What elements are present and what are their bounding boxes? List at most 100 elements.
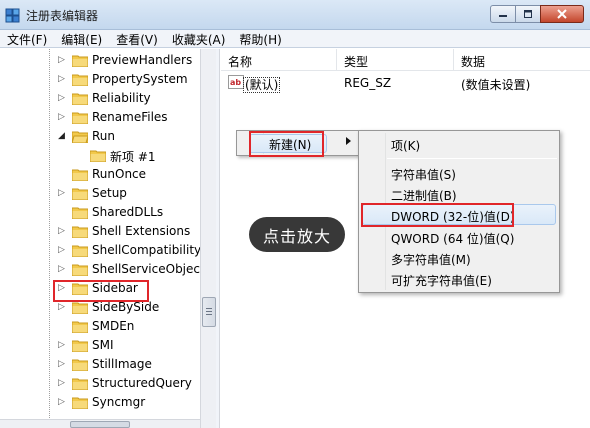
expand-arrow-icon[interactable]: ▷ (58, 396, 68, 408)
tree-item-propertysystem[interactable]: ▷ PropertySystem (0, 70, 200, 89)
tree-item-shareddlls[interactable]: SharedDLLs (0, 203, 200, 222)
folder-icon (72, 226, 88, 238)
expand-arrow-icon[interactable]: ▷ (58, 244, 68, 256)
tree-item-reliability[interactable]: ▷ Reliability (0, 89, 200, 108)
tree-item-new-key-1[interactable]: 新项 #1 (0, 146, 200, 165)
expand-arrow-icon (58, 320, 68, 332)
table-row[interactable]: ab (默认) REG_SZ (数值未设置) (221, 73, 590, 93)
tree-item-shellserviceobjectd[interactable]: ▷ ShellServiceObjectD (0, 260, 200, 279)
tree-item-run[interactable]: ◢ Run (0, 127, 200, 146)
menu-help[interactable]: 帮助(H) (232, 30, 288, 47)
menu-favorites[interactable]: 收藏夹(A) (165, 30, 233, 47)
maximize-icon (524, 10, 532, 18)
tree-item-label: Shell Extensions (92, 224, 191, 238)
tree-item-smi[interactable]: ▷ SMI (0, 336, 200, 355)
registry-editor-icon (5, 8, 20, 23)
folder-icon (72, 359, 88, 371)
tree-item-label: StillImage (92, 357, 152, 371)
zoom-hint-button[interactable]: 点击放大 (249, 217, 345, 252)
tree-item-label: Setup (92, 186, 127, 200)
tree-item-stillimage[interactable]: ▷ StillImage (0, 355, 200, 374)
folder-icon (72, 340, 88, 352)
tree-item-label: Run (92, 129, 116, 143)
expand-arrow-icon[interactable]: ▷ (58, 358, 68, 370)
expand-arrow-icon[interactable]: ▷ (58, 92, 68, 104)
highlight-dword (361, 203, 514, 227)
tree-item-runonce[interactable]: RunOnce (0, 165, 200, 184)
expand-arrow-icon[interactable]: ▷ (58, 263, 68, 275)
submenu-arrow-icon (346, 137, 351, 145)
expand-arrow-icon[interactable]: ▷ (58, 111, 68, 123)
title-bar: 注册表编辑器 (0, 0, 590, 30)
expand-arrow-icon[interactable]: ▷ (58, 187, 68, 199)
maximize-button[interactable] (515, 5, 541, 23)
menu-view[interactable]: 查看(V) (109, 30, 165, 47)
menu-file[interactable]: 文件(F) (0, 30, 54, 47)
string-value-icon: ab (228, 75, 244, 89)
tree-item-label: ShellServiceObjectD (92, 262, 200, 276)
tree-horizontal-scrollbar[interactable] (0, 419, 200, 428)
expand-arrow-icon[interactable]: ▷ (58, 73, 68, 85)
tree-item-label: PreviewHandlers (92, 53, 193, 67)
column-header-name[interactable]: 名称 (228, 53, 252, 70)
menu-bar: 文件(F) 编辑(E) 查看(V) 收藏夹(A) 帮助(H) (0, 30, 590, 48)
tree-item-label: RunOnce (92, 167, 147, 181)
folder-icon (72, 302, 88, 314)
expand-arrow-icon[interactable]: ▷ (58, 301, 68, 313)
folder-icon (72, 207, 88, 219)
menu-item-multi-string-value[interactable]: 多字符串值(M) (391, 251, 471, 268)
folder-icon (72, 245, 88, 257)
menu-separator (387, 158, 557, 159)
window-title: 注册表编辑器 (26, 9, 99, 23)
tree-item-setup[interactable]: ▷ Setup (0, 184, 200, 203)
tree-item-label: StructuredQuery (92, 376, 192, 390)
folder-open-icon (72, 131, 88, 143)
tree-vertical-scrollbar[interactable] (200, 49, 216, 428)
menu-edit[interactable]: 编辑(E) (54, 30, 109, 47)
window-controls (490, 5, 584, 23)
tree-item-syncmgr[interactable]: ▷ Syncmgr (0, 393, 200, 412)
tree-item-shell-extensions[interactable]: ▷ Shell Extensions (0, 222, 200, 241)
folder-icon (72, 74, 88, 86)
tree-item-previewhandlers[interactable]: ▷ PreviewHandlers (0, 51, 200, 70)
column-divider[interactable] (453, 49, 454, 71)
menu-item-expandable-string-value[interactable]: 可扩充字符串值(E) (391, 272, 492, 289)
minimize-button[interactable] (490, 5, 516, 23)
expand-arrow-icon[interactable]: ▷ (58, 225, 68, 237)
value-name-text: (默认) (243, 77, 281, 93)
menu-item-string-value[interactable]: 字符串值(S) (391, 166, 456, 183)
column-header-type[interactable]: 类型 (344, 53, 368, 70)
menu-item-qword-value[interactable]: QWORD (64 位)值(Q) (391, 230, 514, 247)
folder-icon (72, 112, 88, 124)
tree-item-label: SMI (92, 338, 114, 352)
tree-item-smden[interactable]: SMDEn (0, 317, 200, 336)
folder-icon (72, 264, 88, 276)
column-divider[interactable] (336, 49, 337, 71)
folder-icon (72, 93, 88, 105)
tree-item-label: SMDEn (92, 319, 135, 333)
close-icon (557, 9, 567, 19)
tree-item-shellcompatibility[interactable]: ▷ ShellCompatibility (0, 241, 200, 260)
pane-splitter[interactable] (216, 49, 220, 428)
expand-arrow-icon[interactable]: ▷ (58, 339, 68, 351)
menu-item-binary-value[interactable]: 二进制值(B) (391, 187, 457, 204)
folder-icon (72, 169, 88, 181)
tree-item-structuredquery[interactable]: ▷ StructuredQuery (0, 374, 200, 393)
menu-item-key[interactable]: 项(K) (391, 137, 420, 154)
tree-item-label: RenameFiles (92, 110, 168, 124)
tree-item-label: ShellCompatibility (92, 243, 200, 257)
column-header-data[interactable]: 数据 (461, 53, 485, 70)
registry-tree[interactable]: ▷ PreviewHandlers ▷ PropertySystem ▷ Rel… (0, 49, 200, 428)
tree-item-label: PropertySystem (92, 72, 188, 86)
svg-text:ab: ab (230, 78, 241, 87)
expand-arrow-icon[interactable]: ▷ (58, 377, 68, 389)
expand-arrow-icon (58, 149, 68, 161)
highlight-sidebar (53, 280, 149, 302)
tree-item-renamefiles[interactable]: ▷ RenameFiles (0, 108, 200, 127)
close-button[interactable] (540, 5, 584, 23)
collapse-arrow-icon[interactable]: ◢ (58, 130, 68, 142)
folder-icon (90, 150, 106, 162)
scrollbar-thumb[interactable] (202, 297, 216, 327)
scrollbar-thumb[interactable] (70, 421, 130, 428)
expand-arrow-icon[interactable]: ▷ (58, 54, 68, 66)
